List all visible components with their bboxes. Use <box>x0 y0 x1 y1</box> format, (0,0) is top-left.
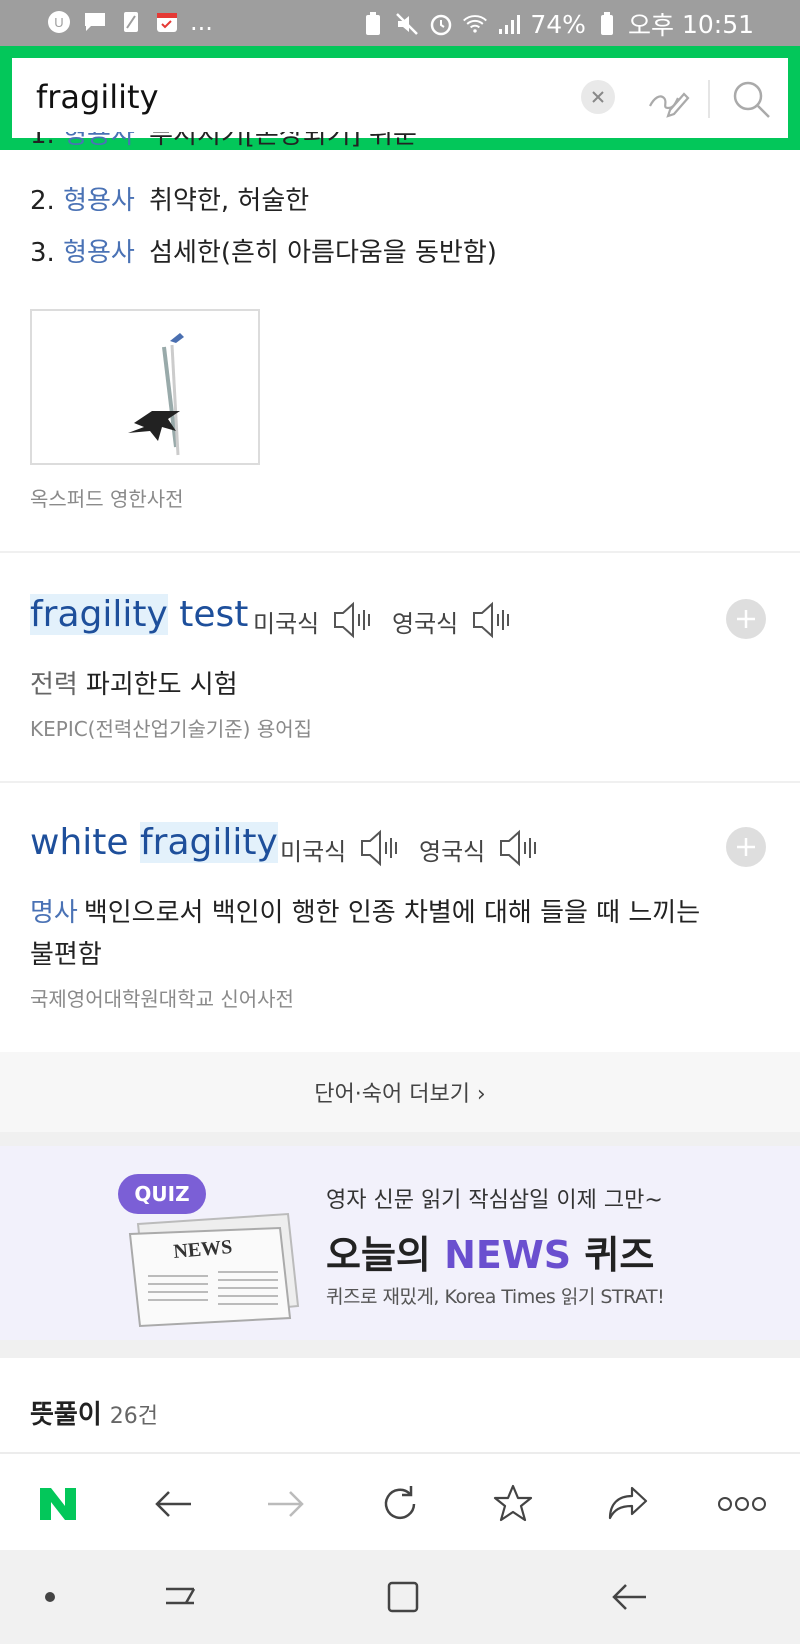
title-rest: test <box>167 594 249 635</box>
search-box[interactable]: fragility <box>12 58 788 138</box>
speaker-icon[interactable] <box>358 828 406 868</box>
battery-saver-icon <box>360 11 386 37</box>
forward-arrow-icon[interactable] <box>258 1476 314 1532</box>
uk-pronunciation-label: 영국식 <box>419 838 486 866</box>
quiz-badge: QUIZ <box>118 1174 206 1214</box>
meanings-title: 뜻풀이 <box>30 1400 102 1430</box>
message-icon <box>82 9 108 35</box>
dictionary-source: KEPIC(전력산업기술기준) 용어집 <box>30 717 313 741</box>
us-pronunciation-label: 미국식 <box>280 838 347 866</box>
mute-icon <box>394 11 420 37</box>
definition-text: 취약한, 허술한 <box>149 186 310 216</box>
system-status: 74% 오후 10:51 <box>360 6 754 42</box>
definition-number: 2. <box>30 186 55 216</box>
dictionary-source: 국제영어대학원대학교 신어사전 <box>30 987 294 1011</box>
part-of-speech: 형용사 <box>63 186 135 216</box>
definition-number: 1. <box>30 132 55 150</box>
definition-item-2: 2. 형용사 취약한, 허술한 <box>30 180 309 217</box>
signal-icon <box>496 11 522 37</box>
section-gap <box>0 1340 800 1358</box>
more-options-icon[interactable] <box>714 1476 770 1532</box>
status-bar: U ... 74% 오후 10:51 <box>0 0 800 46</box>
search-icon[interactable] <box>728 76 774 122</box>
highlight-match: fragility <box>30 594 168 635</box>
home-dot-icon[interactable] <box>25 1572 75 1622</box>
app-notification-icon: U <box>46 9 72 35</box>
home-square-icon[interactable] <box>378 1572 428 1622</box>
bookmark-star-icon[interactable] <box>485 1476 541 1532</box>
section-divider <box>0 551 800 553</box>
highlight-match: fragility <box>139 822 278 863</box>
banner-title-news: NEWS <box>444 1233 572 1277</box>
more-notifications: ... <box>190 8 213 36</box>
entry-meaning: 명사 백인으로서 백인이 행한 인종 차별에 대해 들을 때 느끼는 <box>30 892 700 929</box>
add-to-wordbook-button[interactable] <box>726 599 766 639</box>
banner-title: 오늘의 NEWS 퀴즈 <box>326 1224 654 1279</box>
back-arrow-icon[interactable] <box>145 1476 201 1532</box>
more-words-link[interactable]: 단어·숙어 더보기 › <box>0 1052 800 1132</box>
meanings-count: 26건 <box>109 1404 158 1429</box>
speaker-icon[interactable] <box>497 828 545 868</box>
banner-title-part: 퀴즈 <box>571 1233 655 1277</box>
banner-subtitle: 영자 신문 읽기 작심삼일 이제 그만~ <box>326 1188 663 1213</box>
speaker-icon[interactable] <box>470 600 518 640</box>
battery-icon <box>594 11 620 37</box>
part-of-speech: 형용사 <box>63 132 135 150</box>
part-of-speech: 형용사 <box>63 238 135 268</box>
news-quiz-banner[interactable]: NEWS QUIZ 영자 신문 읽기 작심삼일 이제 그만~ 오늘의 NEWS … <box>0 1146 800 1340</box>
definition-text: 부서지기[손상되기] 쉬운 <box>149 132 417 150</box>
wifi-icon <box>462 11 488 37</box>
back-icon[interactable] <box>603 1572 653 1622</box>
dictionary-source: 옥스퍼드 영한사전 <box>30 487 184 511</box>
browser-toolbar <box>0 1452 800 1552</box>
banner-caption: 퀴즈로 재밌게, Korea Times 읽기 STRAT! <box>326 1286 665 1308</box>
system-navigation-bar <box>0 1550 800 1644</box>
share-icon[interactable] <box>600 1476 656 1532</box>
clock: 10:51 <box>681 9 754 39</box>
add-to-wordbook-button[interactable] <box>726 827 766 867</box>
section-gap <box>0 1132 800 1146</box>
part-of-speech: 명사 <box>30 898 78 928</box>
entry-meaning-continued: 불편함 <box>30 940 102 970</box>
definition-item-1: 1. 형용사 부서지기[손상되기] 쉬운 <box>30 132 417 150</box>
more-words-label: 단어·숙어 더보기 › <box>314 1082 486 1107</box>
title-prefix: white <box>30 822 140 863</box>
speaker-icon[interactable] <box>331 600 379 640</box>
definition-text: 섬세한(흔히 아름다움을 동반함) <box>149 238 497 268</box>
alarm-icon <box>428 11 454 37</box>
entry-illustration[interactable] <box>30 309 260 465</box>
search-input[interactable]: fragility <box>36 78 159 116</box>
newspaper-icon: NEWS <box>128 1212 300 1328</box>
entry-meaning: 전력 파괴한도 시험 <box>30 664 238 701</box>
naver-home-icon[interactable] <box>30 1476 86 1532</box>
battery-percent: 74% <box>530 9 586 39</box>
time-ampm: 오후 <box>627 11 674 40</box>
meaning-text: 파괴한도 시험 <box>85 670 238 700</box>
notification-icons: U ... <box>46 8 213 36</box>
field-label: 전력 <box>30 670 78 700</box>
entry-title-fragility-test[interactable]: fragility test <box>30 594 248 635</box>
sim-card-icon <box>118 9 144 35</box>
entry-title-white-fragility[interactable]: white fragility <box>30 822 278 863</box>
handwriting-pen-icon[interactable] <box>644 76 690 122</box>
search-divider <box>708 80 710 118</box>
clear-icon[interactable] <box>581 80 615 114</box>
recent-apps-icon[interactable] <box>155 1572 205 1622</box>
svg-text:U: U <box>54 15 63 30</box>
refresh-icon[interactable] <box>372 1476 428 1532</box>
definition-item-3: 3. 형용사 섬세한(흔히 아름다움을 동반함) <box>30 232 497 269</box>
section-divider <box>0 781 800 783</box>
meaning-text: 백인으로서 백인이 행한 인종 차별에 대해 들을 때 느끼는 <box>83 898 701 928</box>
calendar-check-icon <box>154 9 180 35</box>
banner-title-part: 오늘의 <box>326 1233 445 1277</box>
definition-number: 3. <box>30 238 55 268</box>
meanings-section-header: 뜻풀이 26건 <box>30 1394 158 1431</box>
us-pronunciation-label: 미국식 <box>253 610 320 638</box>
uk-pronunciation-label: 영국식 <box>392 610 459 638</box>
